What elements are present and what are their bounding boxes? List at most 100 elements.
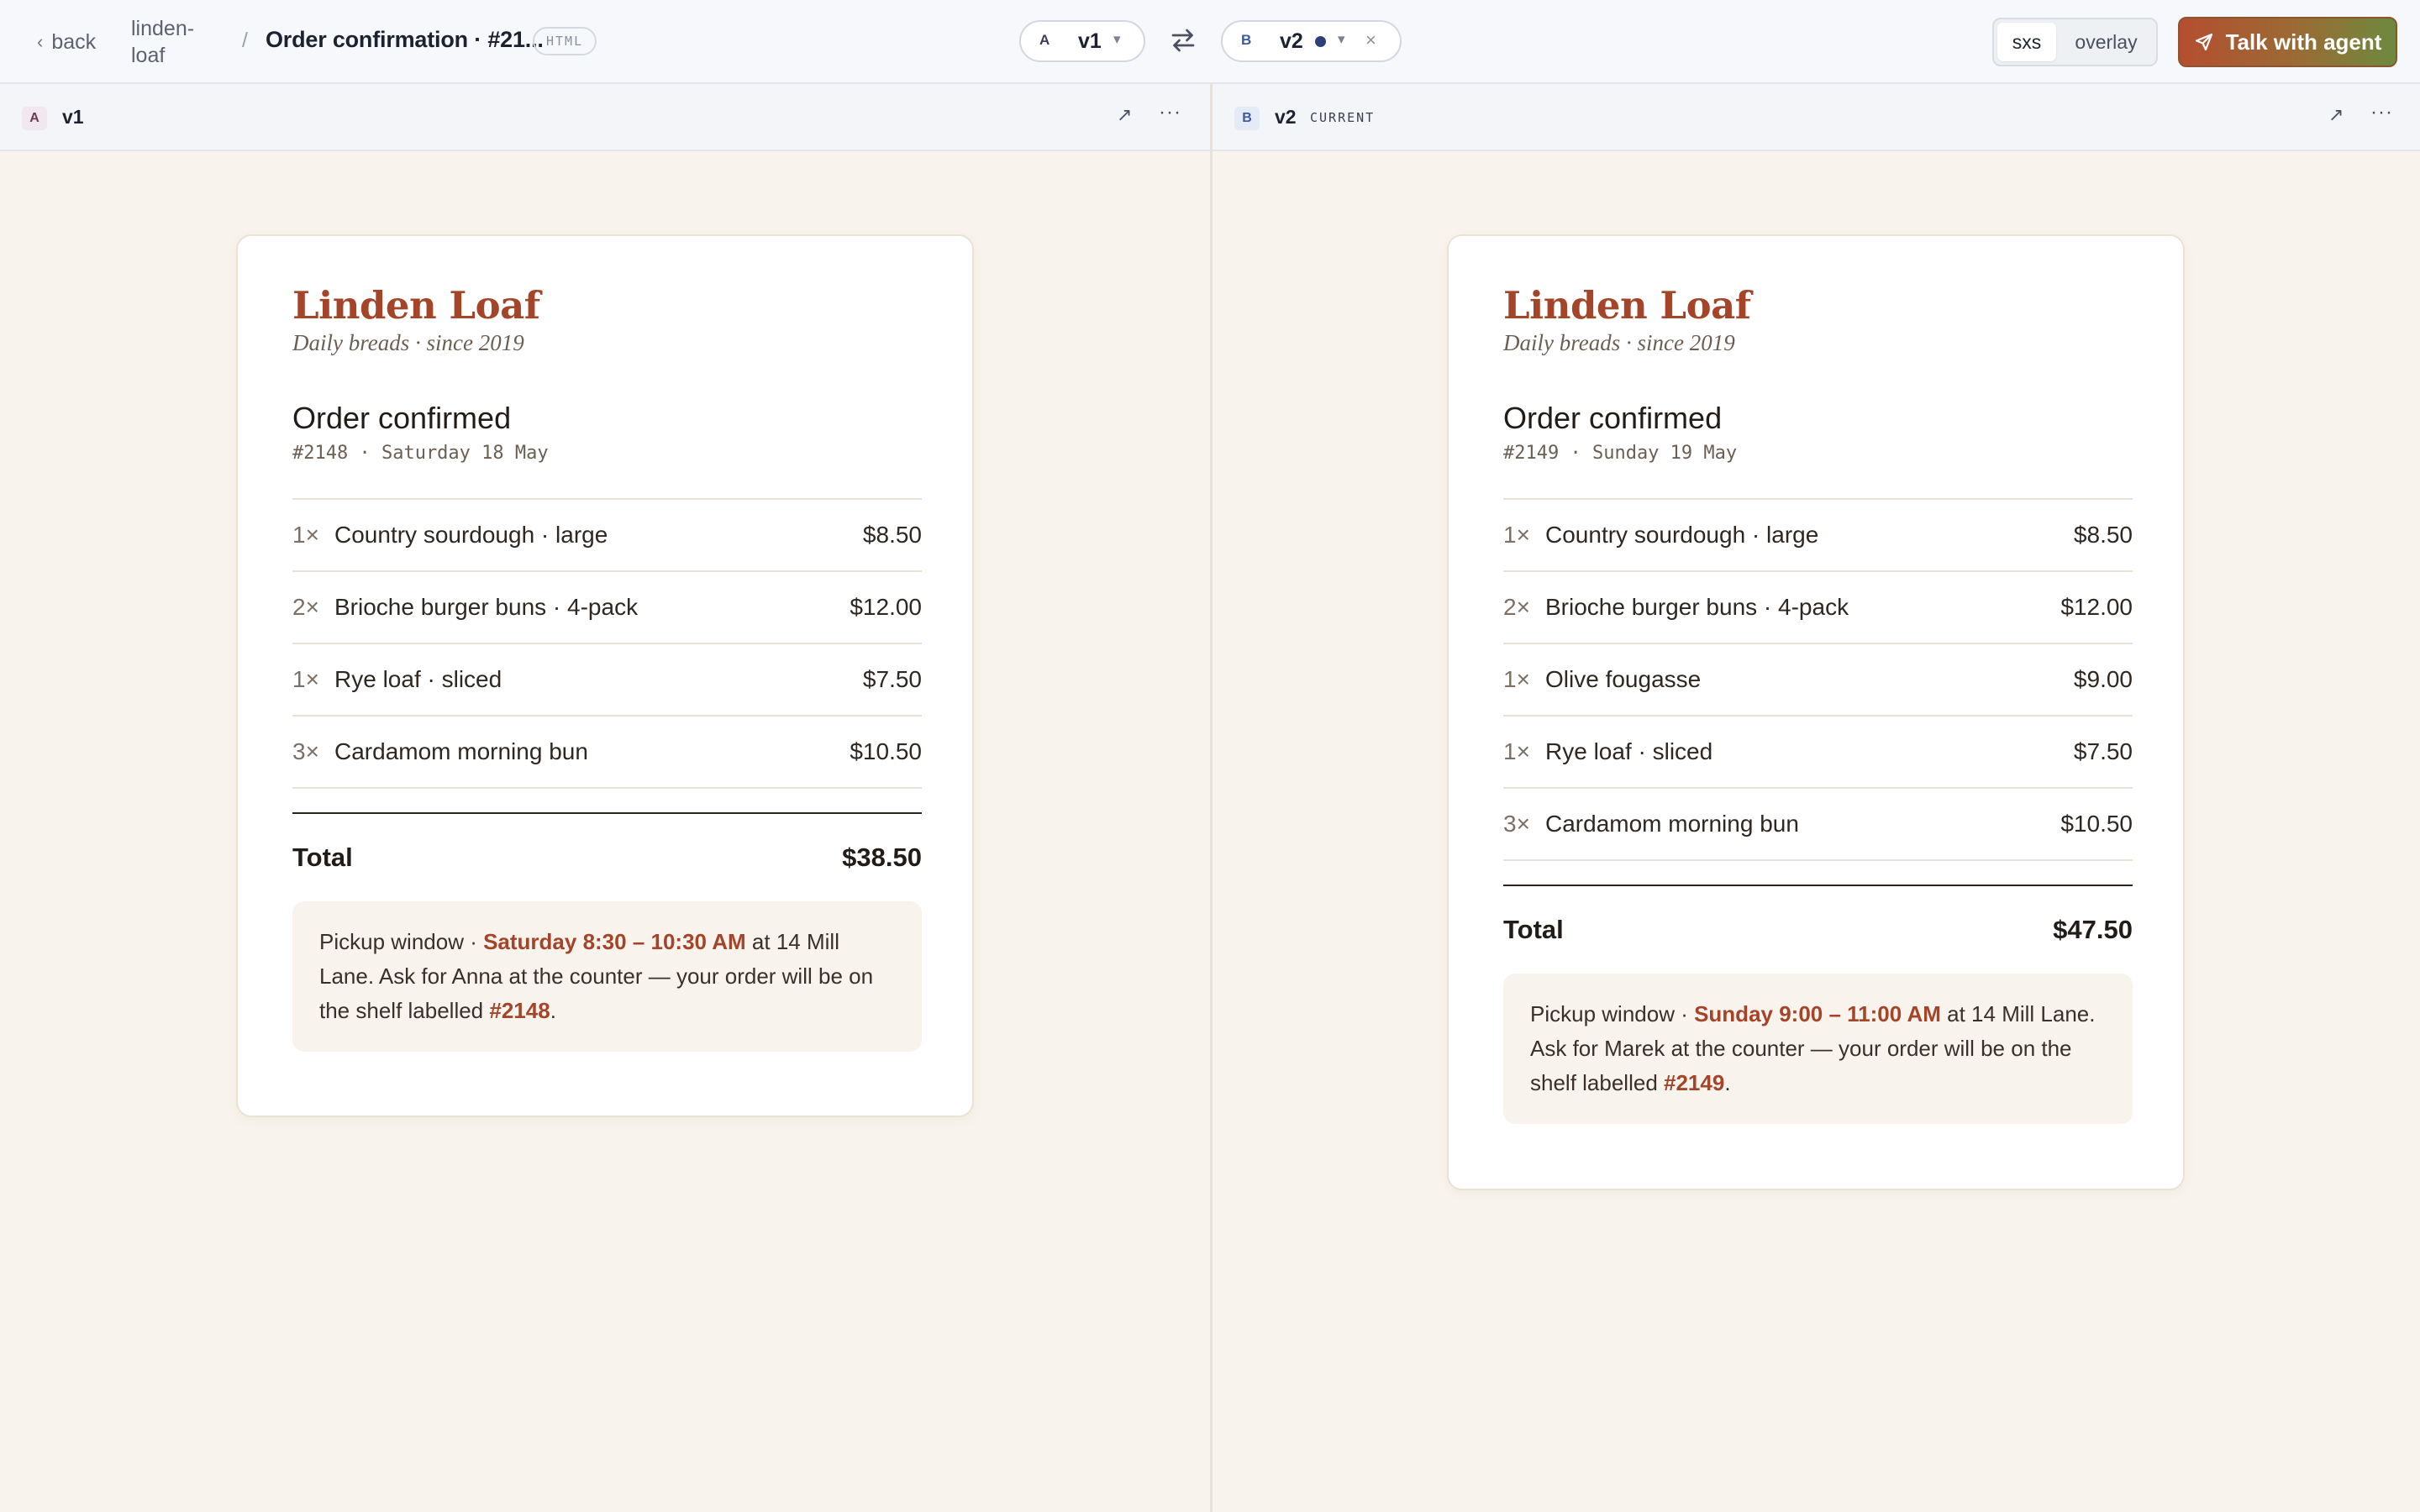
version-b-select[interactable]: B v2 ▾ × (1221, 20, 1402, 62)
version-a-letter: A (1039, 32, 1050, 48)
item-qty: 2× (1503, 594, 1530, 620)
breadcrumb-separator: / (242, 29, 248, 52)
item-price: $7.50 (862, 666, 922, 692)
order-meta: #2148 · Saturday 18 May (292, 443, 549, 464)
version-a-name: v1 (1078, 29, 1102, 53)
line-item: 2× Brioche burger buns · 4-pack $12.00 (292, 572, 922, 644)
expand-icon[interactable]: ↗ (2328, 104, 2344, 126)
line-item: 1× Country sourdough · large $8.50 (1503, 500, 2133, 572)
pane-a-badge: A (22, 107, 47, 130)
agent-button-label: Talk with agent (2225, 29, 2382, 55)
item-name: Brioche burger buns · 4-pack (334, 594, 639, 620)
pickup-prefix: Pickup window · (1530, 1001, 1695, 1026)
pickup-window: Sunday 9:00 – 11:00 AM (1694, 1001, 1941, 1026)
chevron-down-icon: ▾ (1113, 31, 1121, 47)
brand-tagline: Daily breads · since 2019 (1503, 330, 1735, 355)
item-qty: 1× (1503, 522, 1530, 548)
item-price: $8.50 (862, 522, 922, 548)
expand-icon[interactable]: ↗ (1117, 104, 1132, 126)
item-name: Rye loaf · sliced (334, 666, 502, 692)
item-name: Olive fougasse (1545, 666, 1702, 692)
back-label: back (51, 29, 97, 54)
item-price: $12.00 (2060, 594, 2133, 620)
line-items: 1× Country sourdough · large $8.50 2× Br… (292, 498, 922, 1052)
back-button[interactable]: ‹ back (37, 29, 96, 55)
shelf-label: #2148 (489, 998, 550, 1023)
item-price: $10.50 (2060, 811, 2133, 837)
brand-name: Linden Loaf (292, 283, 540, 328)
top-bar: ‹ back linden-loaf / Order confirmation … (0, 0, 2420, 84)
pane-a-label: v1 (62, 106, 84, 128)
pane-divider[interactable] (1210, 84, 1213, 1512)
total-value: $47.50 (2053, 915, 2133, 944)
chevron-down-icon: ▾ (1338, 31, 1345, 47)
item-price: $7.50 (2073, 738, 2133, 764)
pane-b-badge: B (1234, 107, 1260, 130)
item-price: $9.00 (2073, 666, 2133, 692)
close-icon[interactable]: × (1365, 29, 1376, 51)
order-meta: #2149 · Sunday 19 May (1503, 443, 1738, 464)
line-item: 1× Country sourdough · large $8.50 (292, 500, 922, 572)
view-mode-overlay[interactable]: overlay (2056, 23, 2156, 61)
pane-a-header: A v1 ↗ ··· (0, 84, 1211, 151)
pane-b-label: v2 (1275, 106, 1297, 128)
item-price: $12.00 (850, 594, 922, 620)
pickup-note: Pickup window · Sunday 9:00 – 11:00 AM a… (1503, 974, 2133, 1124)
pickup-suffix: . (1724, 1070, 1731, 1095)
item-name: Country sourdough · large (1545, 522, 1819, 548)
total-row: Total $38.50 (292, 814, 922, 901)
line-item: 1× Olive fougasse $9.00 (1503, 644, 2133, 717)
item-price: $10.50 (850, 738, 922, 764)
item-name: Cardamom morning bun (334, 738, 588, 764)
pickup-window: Saturday 8:30 – 10:30 AM (483, 929, 746, 954)
current-tag: CURRENT (1310, 110, 1376, 125)
swap-arrows-icon[interactable] (1168, 25, 1198, 55)
total-label: Total (292, 843, 353, 872)
version-a-select[interactable]: A v1 ▾ (1019, 20, 1145, 62)
talk-with-agent-button[interactable]: Talk with agent (2178, 17, 2397, 67)
item-qty: 1× (292, 522, 319, 548)
pickup-note: Pickup window · Saturday 8:30 – 10:30 AM… (292, 901, 922, 1052)
item-qty: 1× (1503, 738, 1530, 764)
line-item: 3× Cardamom morning bun $10.50 (1503, 789, 2133, 861)
line-item: 2× Brioche burger buns · 4-pack $12.00 (1503, 572, 2133, 644)
page-title: Order confirmation · #21... (266, 27, 544, 52)
brand-tagline: Daily breads · since 2019 (292, 330, 524, 355)
order-heading: Order confirmed (1503, 401, 1723, 435)
version-b-letter: B (1241, 32, 1252, 48)
item-price: $8.50 (2073, 522, 2133, 548)
more-icon[interactable]: ··· (2370, 101, 2393, 124)
receipt-card-b: Linden Loaf Daily breads · since 2019 Or… (1447, 234, 2185, 1190)
line-item: 1× Rye loaf · sliced $7.50 (1503, 717, 2133, 789)
breadcrumb-project[interactable]: linden-loaf (131, 15, 224, 69)
line-items: 1× Country sourdough · large $8.50 2× Br… (1503, 498, 2133, 1124)
pickup-suffix: . (550, 998, 556, 1023)
shelf-label: #2149 (1664, 1070, 1725, 1095)
send-icon (2195, 33, 2212, 51)
item-name: Rye loaf · sliced (1545, 738, 1713, 764)
item-qty: 3× (1503, 811, 1530, 837)
line-item: 3× Cardamom morning bun $10.50 (292, 717, 922, 789)
line-item: 1× Rye loaf · sliced $7.50 (292, 644, 922, 717)
item-qty: 1× (292, 666, 319, 692)
pane-b-header: B v2 CURRENT ↗ ··· (1213, 84, 2420, 151)
item-name: Country sourdough · large (334, 522, 608, 548)
version-b-name: v2 (1280, 29, 1303, 53)
item-qty: 3× (292, 738, 319, 764)
view-mode-sxs[interactable]: sxs (1997, 23, 2056, 61)
pickup-prefix: Pickup window · (319, 929, 484, 954)
view-mode-toggle: sxs overlay (1992, 18, 2158, 66)
chevron-left-icon: ‹ (37, 31, 44, 52)
item-name: Brioche burger buns · 4-pack (1545, 594, 1849, 620)
receipt-card-a: Linden Loaf Daily breads · since 2019 Or… (236, 234, 974, 1117)
more-icon[interactable]: ··· (1159, 101, 1181, 124)
item-qty: 1× (1503, 666, 1530, 692)
total-row: Total $47.50 (1503, 886, 2133, 974)
total-label: Total (1503, 915, 1564, 944)
order-heading: Order confirmed (292, 401, 512, 435)
item-qty: 2× (292, 594, 319, 620)
total-value: $38.50 (842, 843, 922, 872)
unsaved-dot-icon (1315, 36, 1326, 47)
brand-name: Linden Loaf (1503, 283, 1751, 328)
item-name: Cardamom morning bun (1545, 811, 1799, 837)
